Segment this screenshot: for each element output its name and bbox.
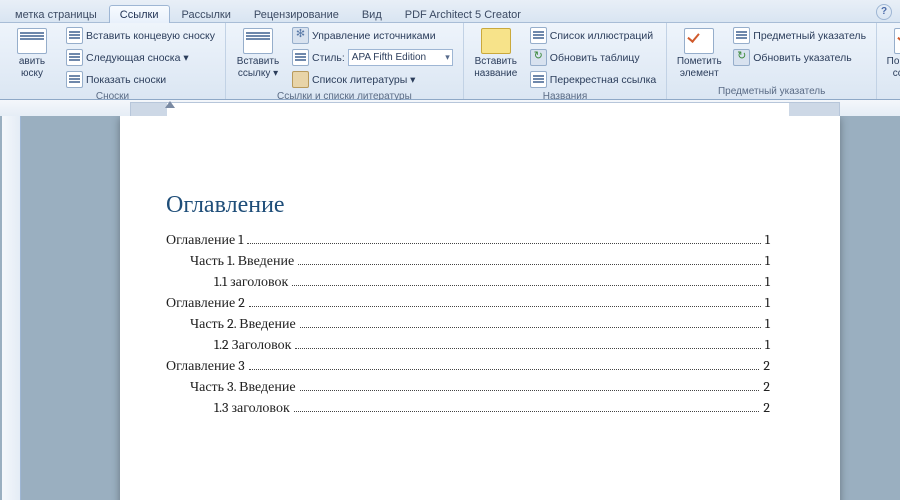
toc-entry-text: Часть 3. Введение <box>190 378 296 396</box>
doc-icon <box>292 49 309 66</box>
footnotes-primary-button[interactable]: авитьюску <box>6 25 58 90</box>
doc-icon <box>530 71 547 88</box>
captions-primary-button[interactable]: Вставитьназвание <box>470 25 522 90</box>
ribbon-group-toa: ПометитьссылкуТаблица ссылокОбновить таб… <box>877 23 900 99</box>
citations-row-0[interactable]: Управление источниками <box>288 25 457 46</box>
index-primary-icon <box>684 28 714 54</box>
toc-leader <box>249 306 761 307</box>
doc-icon <box>66 49 83 66</box>
group-label: Предметный указатель <box>673 85 870 99</box>
toc-body: Оглавление 11Часть 1. Введение11.1 загол… <box>166 231 770 417</box>
ribbon-group-captions: ВставитьназваниеСписок иллюстрацийОбнови… <box>464 23 667 99</box>
tab-рецензирование[interactable]: Рецензирование <box>243 5 350 23</box>
footnotes-row-2[interactable]: Показать сноски <box>62 69 219 90</box>
toc-entry-text: Часть 1. Введение <box>190 252 294 270</box>
toc-leader <box>300 327 761 328</box>
tab-метка-страницы[interactable]: метка страницы <box>4 5 108 23</box>
ribbon-group-citations: Вставитьссылку ▾Управление источникамиСт… <box>226 23 464 99</box>
citations-row-2[interactable]: Список литературы ▾ <box>288 69 457 90</box>
toc-leader <box>292 285 761 286</box>
toc-leader <box>247 243 761 244</box>
tab-ссылки[interactable]: Ссылки <box>109 5 170 23</box>
toc-title: Оглавление <box>166 190 770 219</box>
citations-primary-button[interactable]: Вставитьссылку ▾ <box>232 25 284 90</box>
vertical-ruler[interactable] <box>2 116 21 500</box>
group-label: Таблица ссылок <box>883 85 900 99</box>
toc-entry-page: 1 <box>765 315 770 332</box>
toc-entry[interactable]: Оглавление 1 1 <box>166 231 770 249</box>
toc-entry[interactable]: Часть 3. Введение 2 <box>166 378 770 396</box>
captions-row-0[interactable]: Список иллюстраций <box>526 25 660 46</box>
toc-leader <box>294 411 760 412</box>
toc-entry-text: Оглавление 1 <box>166 231 243 249</box>
toa-primary-icon <box>894 28 900 54</box>
doc-icon <box>66 27 83 44</box>
tab-вид[interactable]: Вид <box>351 5 393 23</box>
toc-entry[interactable]: 1.1 заголовок 1 <box>166 273 770 291</box>
footnotes-row-1[interactable]: Следующая сноска ▾ <box>62 47 219 68</box>
toc-entry-page: 1 <box>765 231 770 248</box>
ribbon-tabs: метка страницыСсылкиРассылкиРецензирован… <box>0 0 900 23</box>
toc-entry-text: 1.3 заголовок <box>214 399 290 417</box>
toc-entry-page: 2 <box>763 399 770 416</box>
doc-icon <box>66 71 83 88</box>
page[interactable]: Оглавление Оглавление 11Часть 1. Введени… <box>120 116 840 500</box>
index-row-1[interactable]: Обновить указатель <box>729 47 870 68</box>
toc-entry-text: Оглавление 3 <box>166 357 245 375</box>
toc-entry[interactable]: Часть 2. Введение 1 <box>166 315 770 333</box>
index-primary-button[interactable]: Пометитьэлемент <box>673 25 725 80</box>
ribbon-group-footnotes: авитьюскуВставить концевую сноскуСледующ… <box>0 23 226 99</box>
doc-icon <box>733 27 750 44</box>
ribbon: авитьюскуВставить концевую сноскуСледующ… <box>0 23 900 100</box>
citations-row-1[interactable]: Стиль:APA Fifth Edition <box>288 47 457 68</box>
toc-leader <box>298 264 761 265</box>
tab-pdf-architect-5-creator[interactable]: PDF Architect 5 Creator <box>394 5 532 23</box>
toc-entry[interactable]: 1.3 заголовок 2 <box>166 399 770 417</box>
citations-style-select[interactable]: APA Fifth Edition <box>348 49 453 66</box>
toc-entry-text: Часть 2. Введение <box>190 315 296 333</box>
toa-primary-button[interactable]: Пометитьссылку <box>883 25 900 80</box>
toc-leader <box>295 348 761 349</box>
toc-entry[interactable]: Оглавление 3 2 <box>166 357 770 375</box>
toc-entry-page: 2 <box>763 378 770 395</box>
toc-entry-text: Оглавление 2 <box>166 294 245 312</box>
book-icon <box>292 71 309 88</box>
doc-icon <box>530 27 547 44</box>
captions-row-2[interactable]: Перекрестная ссылка <box>526 69 660 90</box>
footnotes-primary-icon <box>17 28 47 54</box>
ribbon-group-index: ПометитьэлементПредметный указательОбнов… <box>667 23 877 99</box>
tab-рассылки[interactable]: Рассылки <box>171 5 242 23</box>
toc-entry[interactable]: Оглавление 2 1 <box>166 294 770 312</box>
refresh-icon <box>530 49 547 66</box>
toc-entry-page: 1 <box>765 294 770 311</box>
toc-entry-text: 1.1 заголовок <box>214 273 288 291</box>
captions-row-1[interactable]: Обновить таблицу <box>526 47 660 68</box>
toc-entry-page: 1 <box>765 336 770 353</box>
toc-entry-page: 2 <box>763 357 770 374</box>
document-area: Оглавление Оглавление 11Часть 1. Введени… <box>0 116 900 500</box>
toc-entry[interactable]: Часть 1. Введение 1 <box>166 252 770 270</box>
refresh-icon <box>733 49 750 66</box>
toc-entry-page: 1 <box>765 273 770 290</box>
captions-primary-icon <box>481 28 511 54</box>
toc-entry-text: 1.2 Заголовок <box>214 336 291 354</box>
index-row-0[interactable]: Предметный указатель <box>729 25 870 46</box>
citations-primary-icon <box>243 28 273 54</box>
gear-icon <box>292 27 309 44</box>
toc-entry[interactable]: 1.2 Заголовок 1 <box>166 336 770 354</box>
toc-leader <box>300 390 760 391</box>
toc-leader <box>249 369 760 370</box>
help-controls[interactable]: ? <box>868 2 900 22</box>
footnotes-row-0[interactable]: Вставить концевую сноску <box>62 25 219 46</box>
toc-entry-page: 1 <box>765 252 770 269</box>
help-icon[interactable]: ? <box>876 4 892 20</box>
